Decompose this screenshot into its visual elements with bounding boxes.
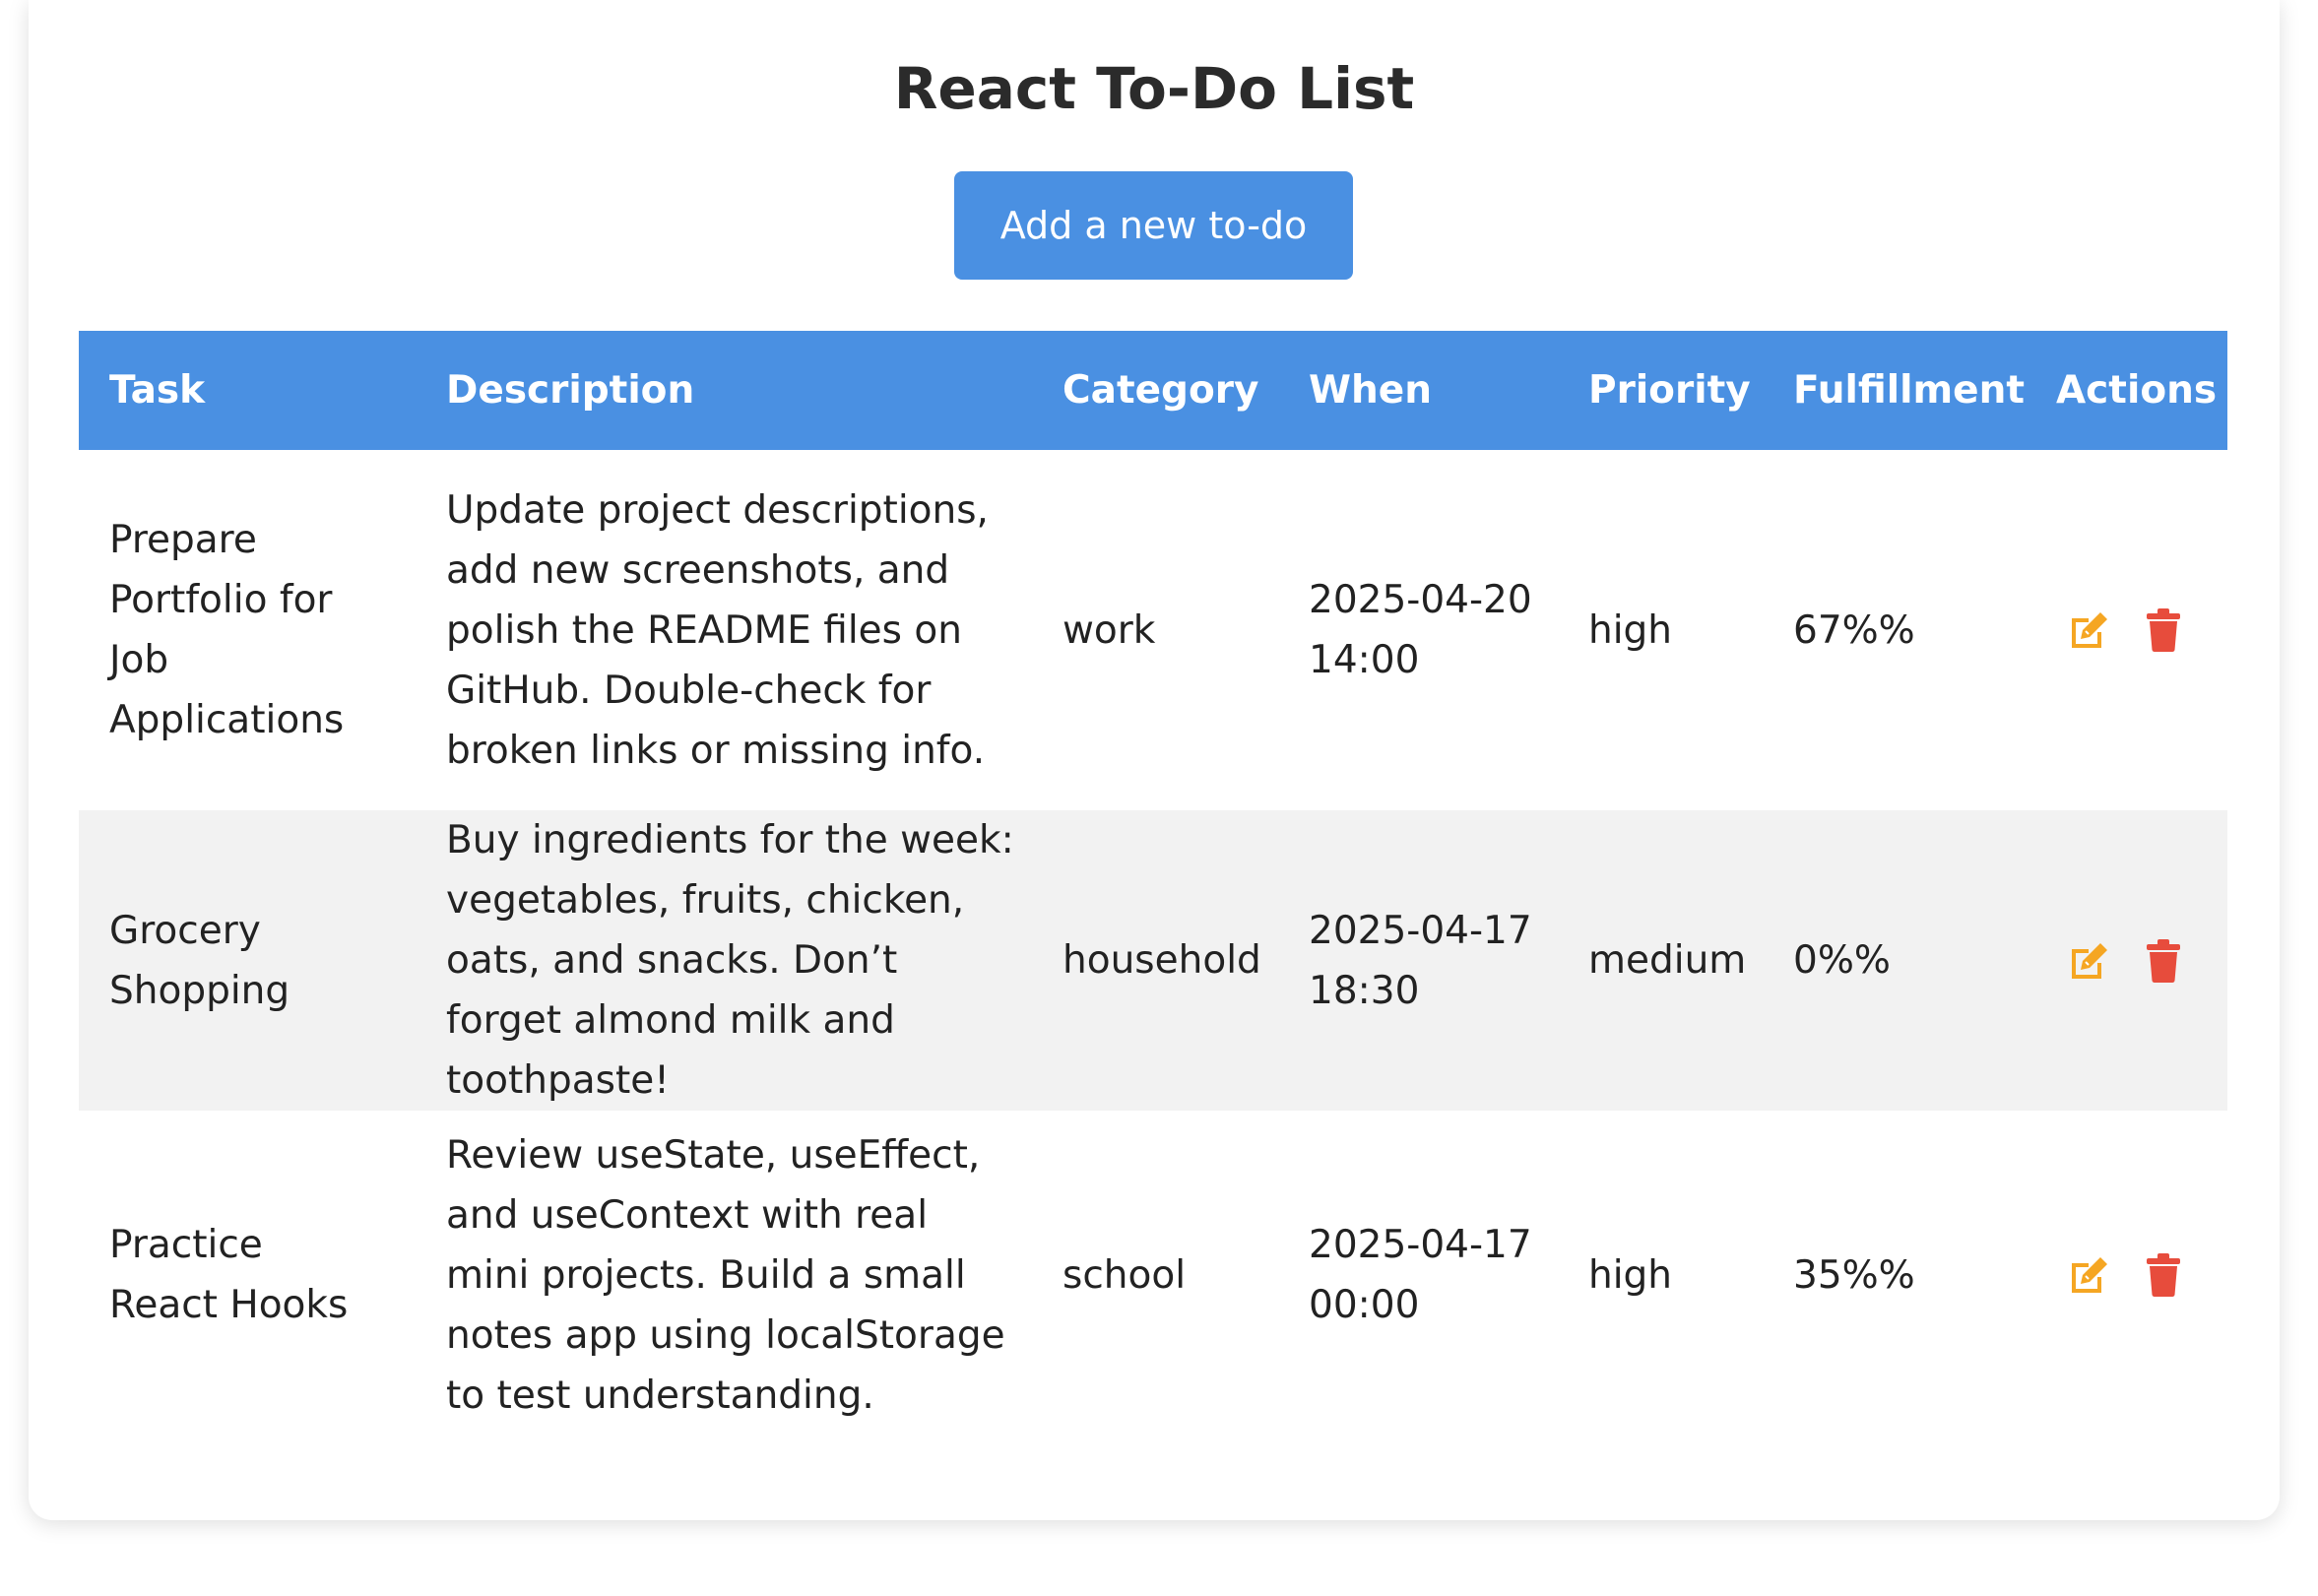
add-todo-button[interactable]: Add a new to-do — [954, 171, 1353, 280]
todo-table: Task Description Category When Priority … — [79, 331, 2227, 1439]
actions-cell — [2026, 810, 2227, 1111]
header-when: When — [1309, 368, 1432, 413]
header-priority: Priority — [1588, 368, 1751, 413]
when-cell: 2025-04-17 18:30 — [1278, 810, 1558, 1111]
task-cell: Prepare Portfolio for Job Applications — [109, 518, 345, 742]
priority-cell: high — [1588, 1252, 1673, 1298]
when-time: 18:30 — [1309, 968, 1420, 1013]
table-row: Practice React Hooks Review useState, us… — [79, 1111, 2227, 1439]
trash-icon[interactable] — [2143, 1253, 2184, 1297]
actions-cell — [2026, 450, 2227, 810]
fulfillment-cell: 35%% — [1793, 1252, 1915, 1298]
trash-icon[interactable] — [2143, 608, 2184, 652]
table-header: Task Description Category When Priority … — [79, 331, 2227, 450]
actions-cell — [2026, 1111, 2227, 1439]
header-task: Task — [109, 368, 206, 413]
table-row: Grocery Shopping Buy ingredients for the… — [79, 810, 2227, 1111]
table-body: Prepare Portfolio for Job Applications U… — [79, 450, 2227, 1439]
when-date: 2025-04-20 — [1309, 578, 1532, 622]
when-date: 2025-04-17 — [1309, 1223, 1532, 1267]
category-cell: school — [1062, 1252, 1187, 1298]
description-cell: Review useState, useEffect, and useConte… — [446, 1132, 1005, 1418]
header-category: Category — [1062, 368, 1259, 413]
table-header-row: Task Description Category When Priority … — [79, 331, 2227, 450]
edit-icon[interactable] — [2068, 939, 2109, 983]
header-description: Description — [446, 368, 695, 413]
when-cell: 2025-04-20 14:00 — [1278, 450, 1558, 810]
category-cell: work — [1062, 607, 1156, 653]
priority-cell: medium — [1588, 938, 1747, 983]
page-title: React To-Do List — [893, 55, 1415, 122]
fulfillment-cell: 67%% — [1793, 607, 1915, 653]
task-cell: Grocery Shopping — [109, 908, 290, 1013]
when-cell: 2025-04-17 00:00 — [1278, 1111, 1558, 1439]
description-cell: Buy ingredients for the week: vegetables… — [446, 818, 1014, 1103]
edit-icon[interactable] — [2068, 1253, 2109, 1297]
description-cell: Update project descriptions, add new scr… — [446, 487, 989, 773]
when-time: 14:00 — [1309, 638, 1420, 682]
header-actions: Actions — [2056, 368, 2218, 413]
task-cell: Practice React Hooks — [109, 1223, 349, 1327]
when-date: 2025-04-17 — [1309, 908, 1532, 953]
table-row: Prepare Portfolio for Job Applications U… — [79, 450, 2227, 810]
edit-icon[interactable] — [2068, 608, 2109, 652]
category-cell: household — [1062, 938, 1261, 983]
header-fulfillment: Fulfillment — [1793, 368, 2025, 413]
todo-card: React To-Do List Add a new to-do Task De… — [29, 0, 2280, 1520]
trash-icon[interactable] — [2143, 938, 2184, 983]
priority-cell: high — [1588, 607, 1673, 653]
when-time: 00:00 — [1309, 1283, 1420, 1327]
fulfillment-cell: 0%% — [1793, 938, 1891, 983]
